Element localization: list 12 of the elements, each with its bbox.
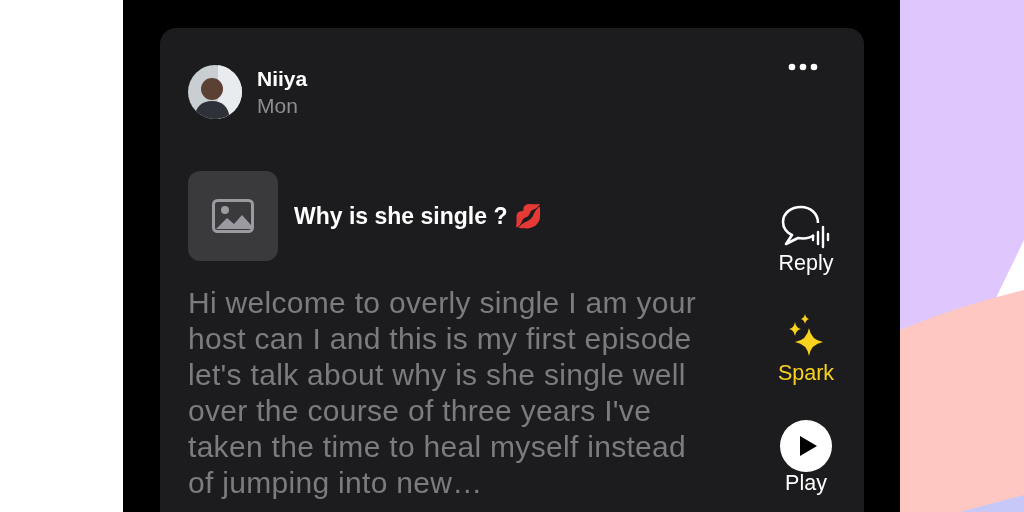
play-button[interactable]: Play [785, 471, 827, 496]
reply-button[interactable]: Reply [778, 251, 834, 276]
spark-button[interactable]: Spark [777, 361, 835, 386]
episode-description: Hi welcome to overly single I am your host can I and this is my first episode let's talk about why is she single well over the course of three years I've taken the time to heal myself instead of jumping into new… [188, 285, 697, 501]
episode-title: Why is she single ? 💋 [294, 202, 543, 230]
image-icon [212, 199, 254, 233]
post-time: Mon [257, 93, 299, 118]
voice-reply-icon [780, 203, 832, 249]
author-name: Niiya [257, 66, 309, 91]
avatar [188, 65, 242, 119]
more-icon[interactable] [788, 63, 818, 71]
play-icon[interactable] [780, 420, 832, 472]
